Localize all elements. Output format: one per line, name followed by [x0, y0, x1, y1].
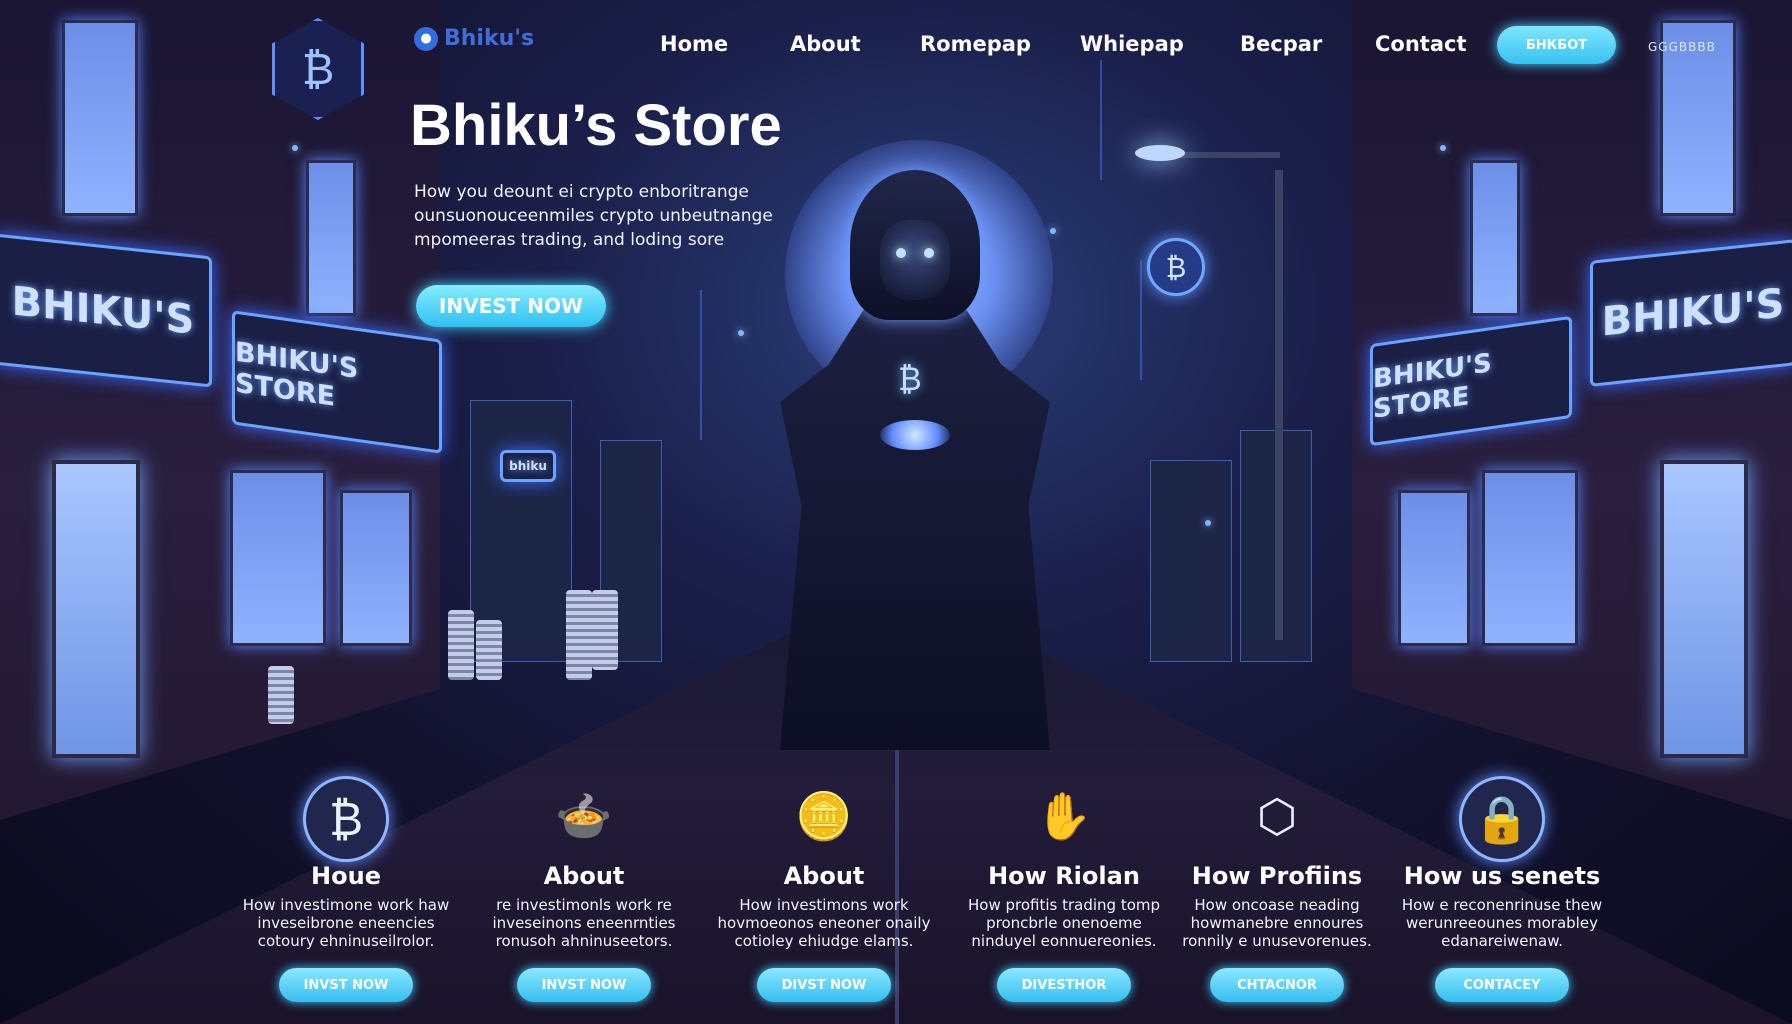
feature-button[interactable]: DIVST NOW — [757, 968, 891, 1002]
window — [62, 20, 138, 216]
door — [52, 460, 140, 758]
glowing-orb — [880, 420, 950, 450]
coin-stack-icon: 🪙 — [795, 788, 853, 843]
spark — [1050, 228, 1056, 234]
pot-icon: 🍲 — [555, 788, 613, 843]
window — [1398, 490, 1470, 646]
spark — [1440, 145, 1446, 151]
door — [1660, 460, 1748, 758]
lamp-light — [1135, 145, 1185, 161]
nav-whitepaper[interactable]: Whiepap — [1080, 32, 1184, 56]
spark — [1205, 520, 1211, 526]
bitcoin-icon: ₿ — [301, 43, 335, 95]
feature-title: How Riolan — [988, 862, 1140, 890]
hero-subtitle-line: How you deount ei crypto enboritrange — [414, 182, 749, 202]
feature-button[interactable]: CHTACNOR — [1210, 968, 1344, 1002]
feature-description: How profitis trading tomp proncbrle onen… — [967, 896, 1161, 950]
hero-title: Bhiku’s Store — [410, 93, 782, 158]
window — [306, 160, 356, 316]
nav-roadmap[interactable]: Romepap — [920, 32, 1031, 56]
window — [1482, 470, 1578, 646]
store-sign: BHIKU'S — [0, 233, 212, 388]
feature-title: How Profiins — [1191, 862, 1363, 890]
nav-home[interactable]: Home — [660, 32, 728, 56]
features-section: ₿ Houe How investimone work haw inveseib… — [0, 770, 1792, 1020]
hexagon-icon: ⬡ — [1256, 789, 1298, 843]
circuit-line — [1100, 60, 1102, 180]
circuit-line — [1140, 260, 1142, 380]
invest-now-button[interactable]: INVEST NOW — [416, 285, 606, 327]
feature-title: About — [783, 862, 865, 890]
nav-becpar[interactable]: Becpar — [1240, 32, 1322, 56]
feature-button[interactable]: DIVESTHOR — [997, 968, 1131, 1002]
nav-extra-text[interactable]: GGGBBBB — [1648, 40, 1716, 54]
spark — [738, 330, 744, 336]
circuit-line — [700, 290, 702, 440]
window — [230, 470, 326, 646]
window — [1470, 160, 1520, 316]
monk-eye — [896, 248, 906, 258]
lamp-post — [1275, 170, 1283, 640]
coin-stack — [566, 590, 592, 680]
bitcoin-icon: ₿ — [898, 360, 922, 398]
distant-building — [1150, 460, 1232, 662]
store-sign: BHIKU'S — [1590, 239, 1792, 387]
coin-stack — [268, 666, 294, 724]
handshake-icon: ✋ — [1035, 788, 1093, 843]
feature-title: About — [543, 862, 625, 890]
coin-stack — [476, 620, 502, 680]
feature-button[interactable]: CONTACEY — [1435, 968, 1569, 1002]
hero-subtitle: How you deount ei crypto enboritrange ou… — [414, 180, 774, 252]
feature-description: How oncoase neading howmanebre ennoures … — [1182, 896, 1372, 950]
hero-subtitle-line: mpomeeras trading, and loding sore — [414, 230, 725, 250]
feature-button[interactable]: INVST NOW — [279, 968, 413, 1002]
coin-stack — [448, 610, 474, 680]
feature-button[interactable]: INVST NOW — [517, 968, 651, 1002]
feature-title: How us senets — [1403, 862, 1601, 890]
hero-subtitle-line: ounsuonouceenmiles crypto unbeutnange — [414, 206, 773, 226]
nav-cta-button[interactable]: БНКБОТ — [1497, 26, 1616, 64]
monk-face — [880, 220, 950, 300]
feature-description: How investimons work hovmoeonos eneoner … — [717, 896, 931, 950]
droplet-icon: ● — [414, 26, 438, 51]
window — [340, 490, 412, 646]
feature-description: How investimone work haw inveseibrone en… — [242, 896, 450, 950]
lock-icon: 🔒 — [1459, 776, 1545, 862]
monk-eye — [924, 248, 934, 258]
bitcoin-icon: ₿ — [1147, 238, 1205, 296]
coin-stack — [592, 590, 618, 670]
feature-description: re investimonls work re inveseinons enee… — [492, 896, 676, 950]
feature-description: How e reconenrinuse thew werunreeounes m… — [1401, 896, 1603, 950]
site-logo[interactable]: ● Bhiku's — [414, 26, 534, 51]
nav-about[interactable]: About — [790, 32, 861, 56]
spark — [292, 145, 298, 151]
logo-text: Bhiku's — [444, 26, 535, 51]
store-sign: bhiku — [500, 450, 556, 482]
bitcoin-icon: ₿ — [303, 776, 389, 862]
feature-title: Houe — [311, 862, 381, 890]
nav-contact[interactable]: Contact — [1375, 32, 1467, 56]
